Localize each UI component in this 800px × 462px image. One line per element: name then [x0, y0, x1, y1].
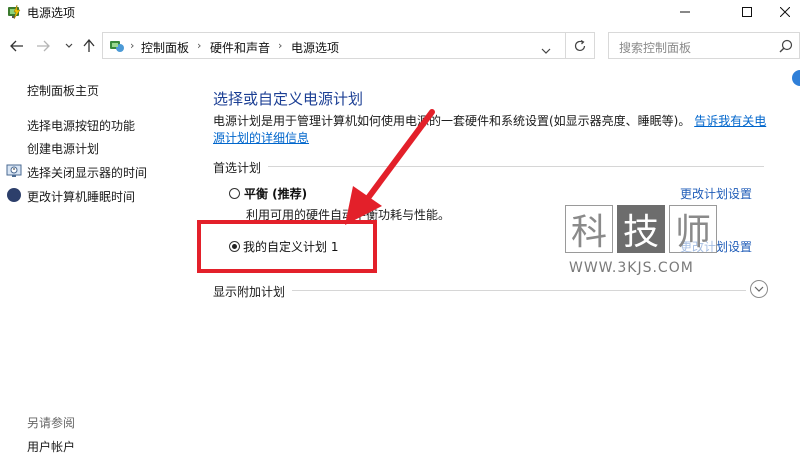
help-badge-icon[interactable] [792, 70, 800, 86]
window-title: 电源选项 [27, 6, 76, 20]
breadcrumb-hardware-sound[interactable]: 硬件和声音 [210, 39, 270, 56]
search-placeholder: 搜索控制面板 [619, 41, 692, 55]
breadcrumb-control-panel[interactable]: 控制面板 [141, 39, 189, 56]
breadcrumb-separator: › [278, 39, 283, 52]
expand-additional-plans-button[interactable] [750, 280, 768, 298]
section-divider [268, 166, 764, 167]
chevron-down-icon[interactable] [541, 43, 551, 57]
maximize-button[interactable] [724, 0, 770, 24]
watermark-char: 技 [617, 205, 665, 253]
preferred-plans-label: 首选计划 [213, 161, 262, 175]
description-text: 电源计划是用于管理计算机如何使用电源的一套硬件和系统设置(如显示器亮度、睡眠等)… [213, 114, 691, 128]
sidebar-link-display-off[interactable]: 选择关闭显示器的时间 [27, 164, 147, 181]
see-also-label: 另请参阅 [27, 416, 76, 430]
close-button[interactable] [770, 0, 800, 24]
breadcrumb-separator: › [130, 39, 135, 52]
chevron-down-icon [754, 286, 764, 292]
watermark-char: 师 [669, 205, 717, 253]
watermark-char: 科 [565, 205, 613, 253]
sidebar-link-home[interactable]: 控制面板主页 [27, 82, 99, 99]
control-panel-icon [109, 38, 125, 54]
up-button[interactable] [80, 36, 98, 56]
breadcrumb-separator: › [197, 39, 202, 52]
sidebar-link-sleep-time[interactable]: 更改计算机睡眠时间 [27, 188, 135, 205]
back-button[interactable] [8, 36, 26, 56]
address-bar[interactable]: › 控制面板 › 硬件和声音 › 电源选项 [102, 32, 566, 59]
additional-plans-label[interactable]: 显示附加计划 [213, 283, 285, 300]
sidebar-link-user-accounts[interactable]: 用户帐户 [27, 438, 75, 455]
recent-locations-button[interactable] [60, 36, 78, 56]
refresh-button[interactable] [566, 32, 595, 59]
breadcrumb-power-options[interactable]: 电源选项 [291, 39, 339, 56]
forward-button[interactable] [34, 36, 52, 56]
search-icon[interactable] [779, 39, 793, 53]
sidebar-link-create-plan[interactable]: 创建电源计划 [27, 140, 99, 157]
minimize-button[interactable] [662, 0, 708, 24]
section-divider [292, 290, 746, 291]
plan-balanced-settings-link[interactable]: 更改计划设置 [680, 185, 752, 202]
title-bar: 电源选项 [0, 0, 800, 24]
plan-balanced-radio[interactable] [229, 188, 240, 199]
watermark-url: WWW.3KJS.COM [569, 260, 694, 276]
plan-balanced-name[interactable]: 平衡 (推荐) [244, 185, 307, 202]
display-timeout-icon [6, 163, 22, 179]
watermark-logo: 科 技 师 WWW.3KJS.COM [565, 205, 725, 285]
page-title: 选择或自定义电源计划 [213, 90, 364, 108]
power-options-icon [6, 4, 22, 20]
sidebar-link-power-buttons[interactable]: 选择电源按钮的功能 [27, 117, 135, 134]
annotation-highlight-box [197, 220, 377, 273]
power-plan-description: 电源计划是用于管理计算机如何使用电源的一套硬件和系统设置(如显示器亮度、睡眠等)… [213, 113, 768, 147]
sleep-moon-icon [6, 187, 22, 203]
search-input[interactable]: 搜索控制面板 [608, 32, 800, 59]
